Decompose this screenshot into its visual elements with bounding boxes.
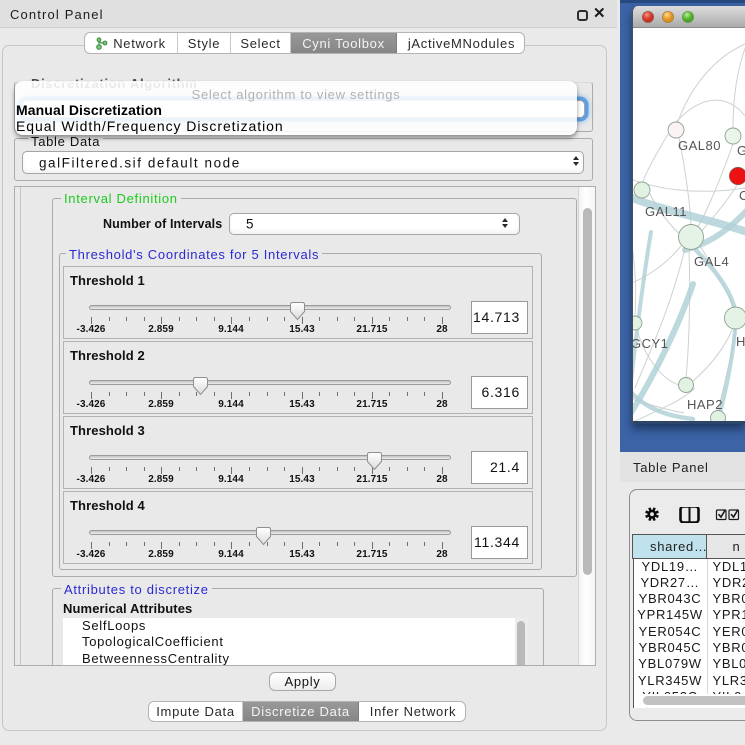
svg-text:GAL11: GAL11 bbox=[645, 204, 687, 219]
svg-text:GAL4: GAL4 bbox=[694, 254, 729, 269]
svg-text:GCY1: GCY1 bbox=[633, 336, 668, 351]
svg-text:H: H bbox=[736, 334, 745, 349]
svg-text:HAP2: HAP2 bbox=[687, 397, 723, 412]
svg-text:GAL80: GAL80 bbox=[678, 138, 721, 153]
svg-text:G.: G. bbox=[737, 143, 745, 158]
svg-text:C: C bbox=[739, 188, 745, 203]
